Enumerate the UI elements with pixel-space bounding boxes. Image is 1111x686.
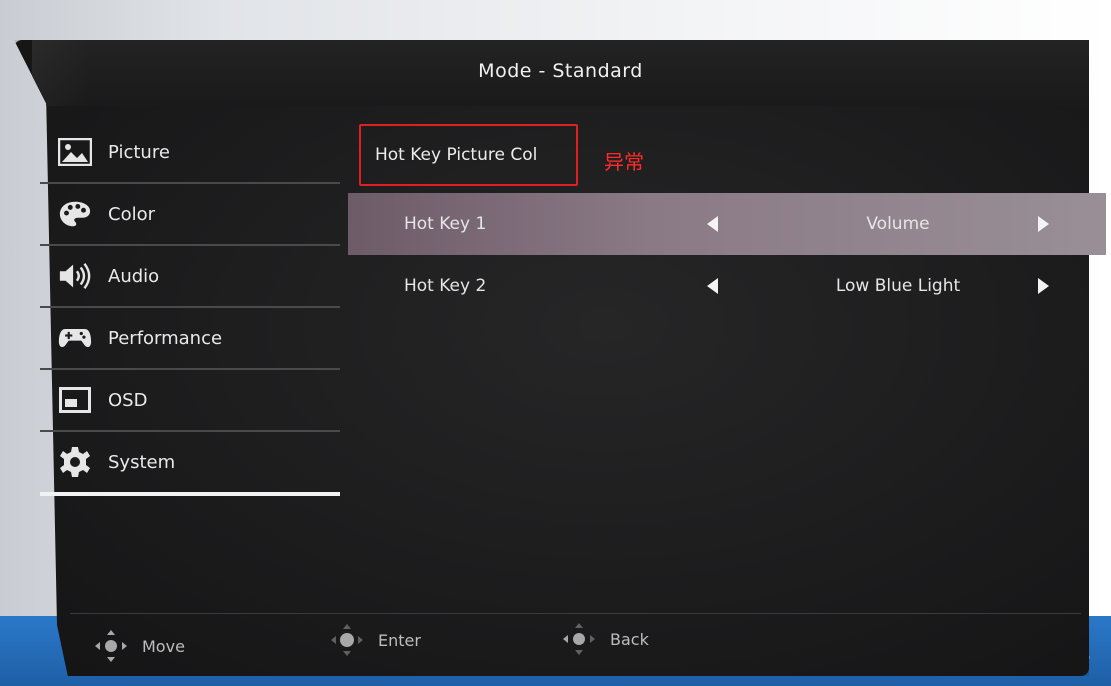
left-arrow-icon[interactable] — [704, 215, 722, 233]
sidebar-item-performance[interactable]: Performance — [40, 308, 340, 370]
setting-value: Low Blue Light — [835, 276, 961, 296]
sidebar-item-label: OSD — [108, 389, 148, 411]
sidebar-item-color[interactable]: Color — [40, 184, 340, 246]
hint-back: Back — [562, 622, 649, 656]
gear-icon — [58, 445, 92, 479]
annotation-label: 异常 — [604, 150, 644, 174]
hint-label: Enter — [378, 630, 421, 650]
setting-label: Hot Key 1 — [404, 214, 487, 234]
palette-icon — [58, 197, 92, 231]
hint-enter: Enter — [330, 623, 421, 657]
sidebar-item-label: System — [108, 451, 176, 473]
hint-move: Move — [94, 629, 185, 663]
gamepad-icon — [58, 321, 92, 355]
sidebar-item-audio[interactable]: Audio — [40, 246, 340, 308]
setting-value: Volume — [866, 214, 930, 234]
osd-title: Mode - Standard — [478, 60, 643, 82]
joystick-left-icon — [562, 622, 596, 656]
right-arrow-icon[interactable] — [1034, 215, 1052, 233]
image-icon — [58, 135, 92, 169]
left-arrow-icon[interactable] — [704, 277, 722, 295]
photo-stage: 位 Mode - Standard Picture Color Audio — [0, 0, 1111, 686]
hint-label: Back — [610, 629, 649, 649]
speaker-icon — [58, 259, 92, 293]
joystick-move-icon — [94, 629, 128, 663]
sidebar-item-label: Performance — [108, 327, 223, 349]
hint-label: Move — [142, 636, 185, 656]
sidebar-item-label: Audio — [108, 265, 160, 287]
panel-title-highlight: Hot Key Picture Col — [359, 124, 578, 186]
sidebar-item-picture[interactable]: Picture — [40, 122, 340, 184]
sidebar-item-system[interactable]: System — [40, 432, 340, 496]
panel-title: Hot Key Picture Col — [375, 145, 538, 165]
sidebar-item-label: Color — [108, 203, 155, 225]
setting-row-hotkey1[interactable]: Hot Key 1 Volume — [348, 193, 1106, 255]
setting-row-hotkey2[interactable]: Hot Key 2 Low Blue Light — [348, 255, 1106, 317]
setting-label: Hot Key 2 — [404, 276, 487, 296]
osd-header: Mode - Standard — [32, 40, 1089, 106]
sidebar-item-label: Picture — [108, 141, 170, 163]
footer-divider — [70, 613, 1081, 614]
sidebar-item-osd[interactable]: OSD — [40, 370, 340, 432]
osd-sidebar: Picture Color Audio Performance OSD Syst… — [40, 122, 340, 496]
joystick-press-icon — [330, 623, 364, 657]
window-icon — [58, 383, 92, 417]
right-arrow-icon[interactable] — [1034, 277, 1052, 295]
